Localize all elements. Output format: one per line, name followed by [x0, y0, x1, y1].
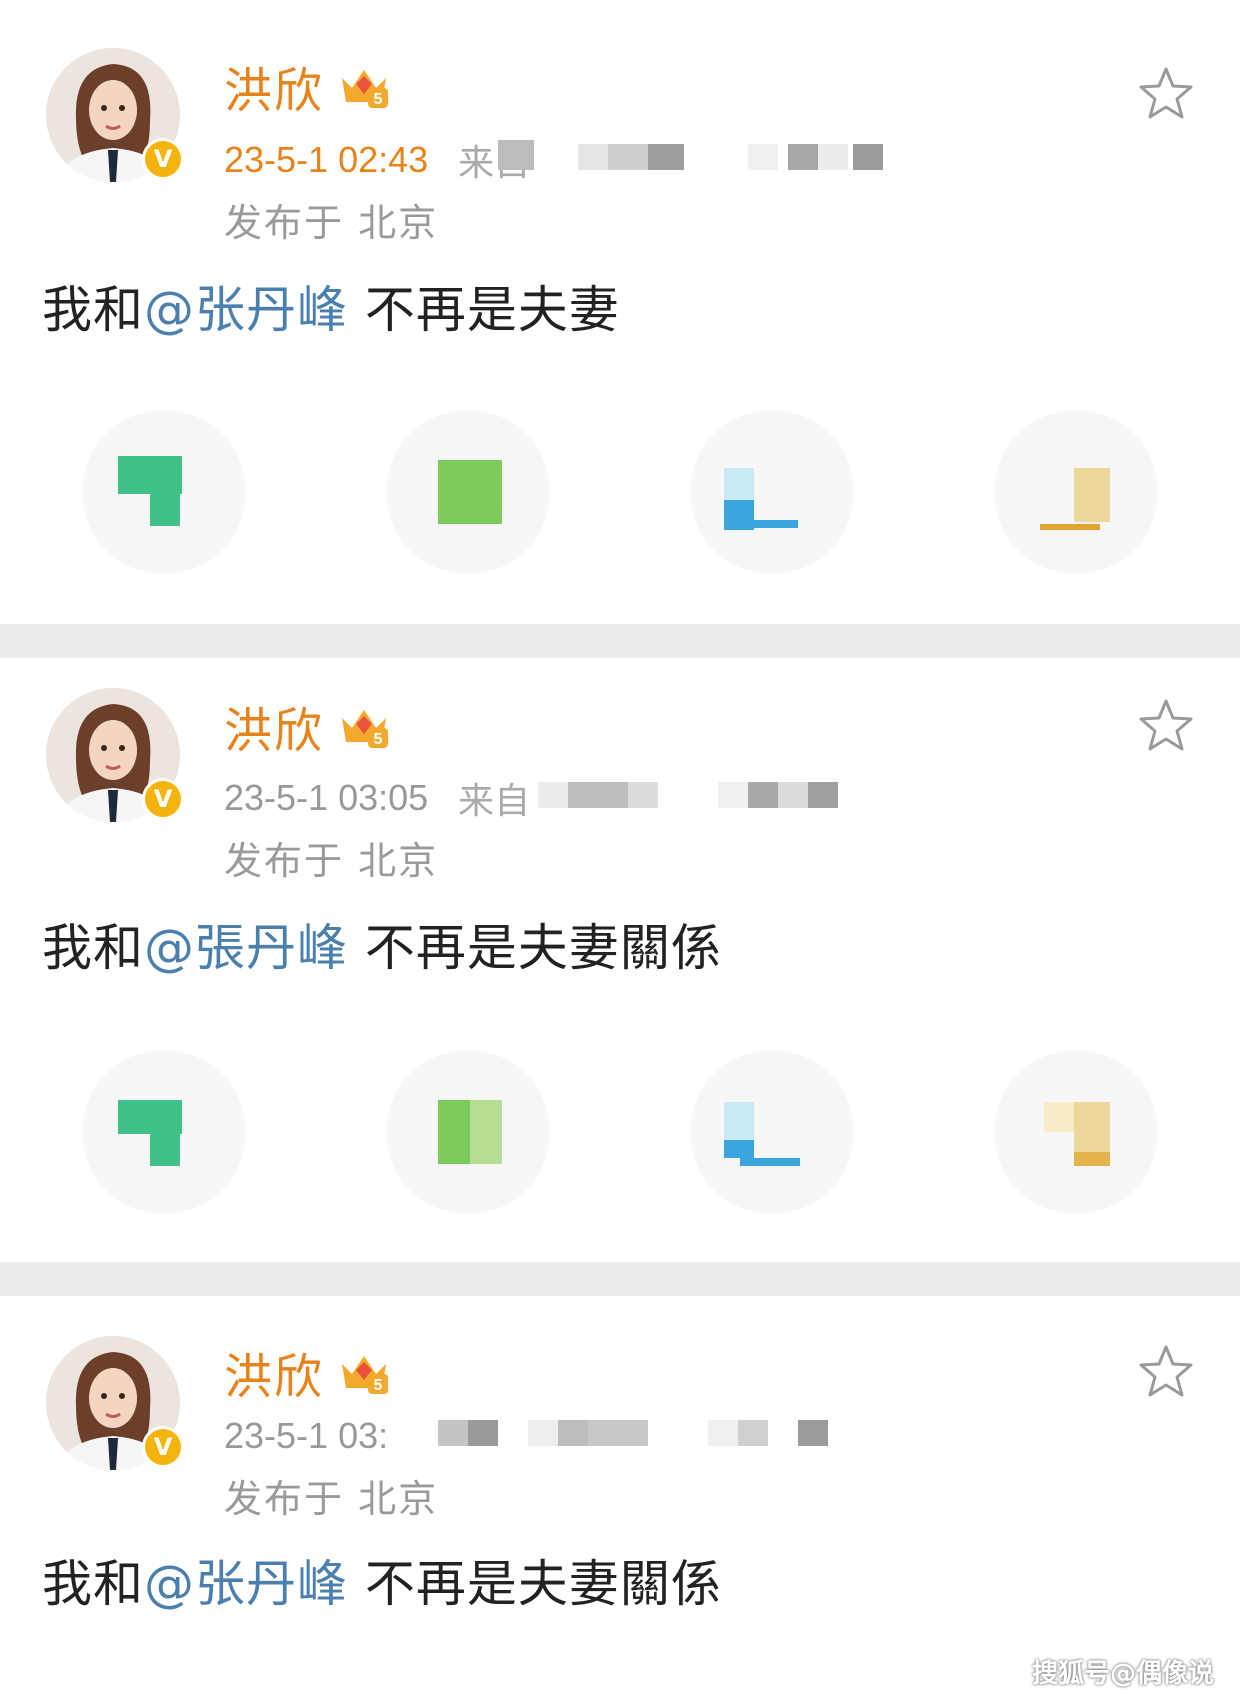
- post-location: 发布于 北京: [224, 201, 439, 245]
- user-name[interactable]: 洪欣: [224, 691, 324, 761]
- star-icon[interactable]: [1136, 1342, 1196, 1402]
- weibo-post-3[interactable]: V 洪欣 5 23-5-1 03: 发布于 北京 我和@张丹峰 不再是夫妻關係: [0, 1296, 1240, 1704]
- avatar[interactable]: V: [46, 1336, 184, 1470]
- post-location: 发布于 北京: [224, 1477, 439, 1521]
- weibo-post-1[interactable]: V 洪欣 5 23-5-1 02:43 来自 发布于 北京 我和@张丹峰 不再是…: [0, 0, 1240, 624]
- share-row: [0, 410, 1240, 580]
- vip-crown-icon: 5: [342, 710, 389, 748]
- wechat-icon[interactable]: [82, 1050, 246, 1214]
- mention-link[interactable]: @张丹峰: [144, 281, 348, 339]
- mention-link[interactable]: @張丹峰: [144, 919, 348, 977]
- verified-badge-icon: V: [142, 778, 184, 820]
- share-row: [0, 1050, 1240, 1220]
- post-content: 我和@张丹峰 不再是夫妻關係: [42, 1555, 722, 1613]
- star-icon[interactable]: [1136, 696, 1196, 756]
- qq-icon[interactable]: [690, 410, 854, 574]
- qzone-icon[interactable]: [994, 410, 1158, 574]
- avatar[interactable]: V: [46, 688, 184, 822]
- post-time: 23-5-1 02:43: [224, 139, 429, 180]
- verified-badge-icon: V: [142, 1426, 184, 1468]
- post-content: 我和@張丹峰 不再是夫妻關係: [42, 919, 722, 977]
- post-location: 发布于 北京: [224, 839, 439, 883]
- avatar[interactable]: V: [46, 48, 184, 182]
- post-content: 我和@张丹峰 不再是夫妻: [42, 281, 620, 339]
- post-source: 来自: [458, 772, 878, 824]
- weibo-post-2[interactable]: V 洪欣 5 23-5-1 03:05 来自 发布于 北京 我和@張丹峰 不再是…: [0, 658, 1240, 1262]
- user-name[interactable]: 洪欣: [224, 1337, 324, 1407]
- svg-text:5: 5: [374, 731, 383, 748]
- post-separator: [0, 1262, 1240, 1296]
- post-source: [418, 1410, 878, 1462]
- qq-icon[interactable]: [690, 1050, 854, 1214]
- svg-text:5: 5: [374, 1377, 383, 1394]
- post-time: 23-5-1 03:05: [224, 777, 429, 818]
- star-icon[interactable]: [1136, 64, 1196, 124]
- post-separator: [0, 624, 1240, 658]
- blurred-source-mask: [538, 782, 839, 808]
- moments-icon[interactable]: [386, 1050, 550, 1214]
- blurred-source-mask: [498, 140, 884, 170]
- user-name[interactable]: 洪欣: [224, 51, 324, 121]
- svg-text:5: 5: [374, 91, 383, 108]
- vip-crown-icon: 5: [342, 1356, 389, 1394]
- wechat-icon[interactable]: [82, 410, 246, 574]
- moments-icon[interactable]: [386, 410, 550, 574]
- blurred-source-mask: [438, 1420, 829, 1446]
- verified-badge-icon: V: [142, 138, 184, 180]
- post-source: 来自: [458, 134, 884, 186]
- post-time: 23-5-1 03:: [224, 1415, 389, 1456]
- watermark: 搜狐号@偶像说: [1031, 1659, 1214, 1689]
- vip-crown-icon: 5: [342, 70, 389, 108]
- mention-link[interactable]: @张丹峰: [144, 1555, 348, 1613]
- qzone-icon[interactable]: [994, 1050, 1158, 1214]
